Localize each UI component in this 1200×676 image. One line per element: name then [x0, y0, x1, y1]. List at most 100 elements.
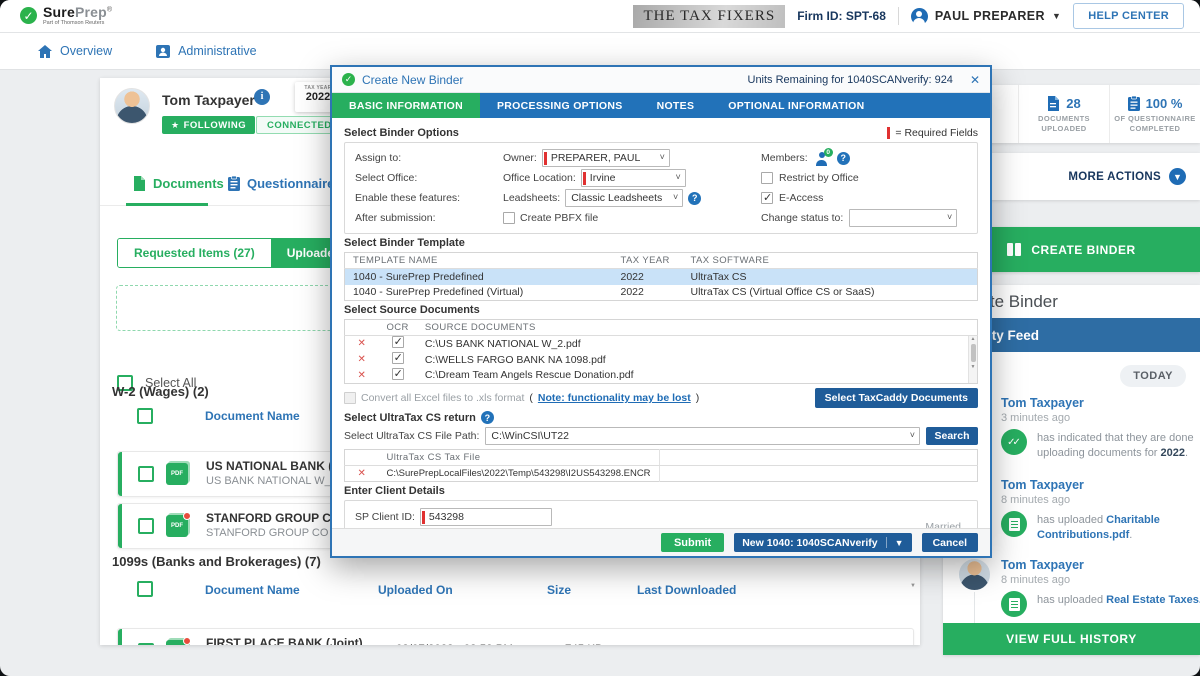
tab-notes[interactable]: NOTES [640, 93, 712, 118]
row-checkbox[interactable] [138, 466, 154, 482]
stat-documents-uploaded: 28 DOCUMENTSUPLOADED [1018, 85, 1109, 143]
tab-questionnaire[interactable]: Questionnaire [228, 176, 334, 191]
assign-to-label: Assign to: [355, 152, 503, 164]
pdf-icon: PDF [166, 463, 188, 485]
source-doc-path: C:\US BANK NATIONAL W_2.pdf [417, 336, 978, 352]
template-row-selected[interactable]: 1040 - SurePrep Predefined 2022 UltraTax… [345, 269, 978, 285]
e-access-checkbox[interactable] [761, 192, 773, 204]
sp-client-id-input[interactable]: 543298 [420, 508, 552, 526]
app-root: ✓ SurePrep® Part of Thomson Reuters THE … [0, 0, 1200, 676]
source-doc-path: C:\WELLS FARGO BANK NA 1098.pdf [417, 352, 978, 368]
nav-administrative[interactable]: Administrative [156, 44, 257, 58]
convert-xls-checkbox[interactable] [344, 392, 356, 404]
list-scrollbar[interactable]: ▼ [910, 583, 916, 589]
following-badge[interactable]: ★FOLLOWING [162, 116, 255, 134]
nav-overview-label: Overview [60, 44, 112, 58]
info-icon[interactable]: i [254, 89, 270, 105]
b1099-header-checkbox[interactable] [137, 581, 153, 597]
search-button[interactable]: Search [926, 427, 978, 445]
delete-x-icon[interactable]: ✕ [345, 466, 379, 482]
active-tab-indicator [126, 203, 208, 206]
office-location-select[interactable]: Irvine [581, 169, 686, 187]
stat-label: OF QUESTIONNAIRE [1114, 114, 1195, 123]
leadsheets-label: Leadsheets: [503, 192, 560, 204]
help-icon[interactable]: ? [481, 411, 494, 424]
edit-pencil-icon[interactable]: ✎ [370, 644, 381, 645]
flag-icon[interactable]: ⚑ [843, 644, 856, 645]
clipboard-stat-icon [1128, 96, 1140, 111]
size-value: 745 KB [565, 644, 603, 645]
more-actions-chevron-icon[interactable]: ▼ [1169, 168, 1186, 185]
cancel-button[interactable]: Cancel [922, 533, 978, 552]
members-icon[interactable]: 0 [814, 151, 831, 166]
w2-header-row: Document Name [137, 408, 300, 424]
more-menu-icon[interactable]: ••• [886, 644, 903, 645]
binder-type-dropdown[interactable]: New 1040: 1040SCANverify▼ [734, 533, 911, 552]
stat-label: UPLOADED [1041, 124, 1086, 133]
owner-select[interactable]: PREPARER, PAUL [542, 149, 670, 167]
restrict-by-office-checkbox[interactable] [761, 172, 773, 184]
questionnaire-icon [228, 176, 240, 191]
source-doc-row: ✕ C:\US BANK NATIONAL W_2.pdf [345, 336, 978, 352]
doc-row-first-place[interactable]: PDF FIRST PLACE BANK (Joint) FIRST PLACE… [117, 628, 914, 645]
feed-entry-name[interactable]: Tom Taxpayer [1001, 478, 1084, 492]
feed-entry-name[interactable]: Tom Taxpayer [1001, 396, 1084, 410]
user-menu[interactable]: PAUL PREPARER ▼ [911, 8, 1061, 25]
help-icon[interactable]: ? [837, 152, 850, 165]
functionality-note-link[interactable]: Note: functionality may be lost [538, 392, 691, 404]
modal-title: Create New Binder [362, 73, 463, 87]
section-w2-title: W-2 (Wages) (2) [112, 384, 209, 399]
col-tax-file: UltraTax CS Tax File [379, 450, 660, 466]
select-taxcaddy-button[interactable]: Select TaxCaddy Documents [815, 388, 978, 408]
w2-header-checkbox[interactable] [137, 408, 153, 424]
pdf-icon: PDF [166, 515, 188, 537]
change-status-select[interactable] [849, 209, 957, 227]
file-path-combobox[interactable]: C:\WinCSI\UT22 [485, 427, 920, 445]
brand-light: Prep [75, 4, 107, 20]
tab-optional-information[interactable]: OPTIONAL INFORMATION [711, 93, 881, 118]
brand-tagline: Part of Thomson Reuters [43, 21, 112, 27]
unread-dot [183, 637, 191, 645]
after-submission-label: After submission: [355, 212, 503, 224]
template-row[interactable]: 1040 - SurePrep Predefined (Virtual) 202… [345, 285, 978, 301]
file-path-label: Select UltraTax CS File Path: [344, 430, 479, 442]
double-check-icon: ✓✓ [1001, 429, 1027, 455]
delete-x-icon[interactable]: ✕ [345, 368, 379, 384]
row-status-bar [118, 452, 122, 496]
chevron-down-icon: ▼ [895, 538, 904, 548]
row-checkbox[interactable] [138, 518, 154, 534]
source-documents-table: OCR SOURCE DOCUMENTS ✕ C:\US BANK NATION… [344, 319, 978, 384]
tab-basic-information[interactable]: BASIC INFORMATION [332, 93, 480, 118]
unread-dot [183, 512, 191, 520]
firm-name-badge: THE TAX FIXERS [633, 5, 785, 28]
ocr-checkbox[interactable] [392, 352, 404, 364]
leadsheets-select[interactable]: Classic Leadsheets [565, 189, 683, 207]
source-docs-scrollbar[interactable]: ▲▼ [968, 336, 977, 383]
feed-entry-time: 3 minutes ago [1001, 412, 1070, 424]
binder-options-title: Select Binder Options [344, 127, 459, 139]
b1099-header-name: Document Name [205, 583, 300, 597]
delete-x-icon[interactable]: ✕ [345, 336, 379, 352]
questionnaire-pct: 100 % [1146, 96, 1183, 111]
sp-client-id-label: SP Client ID: [355, 511, 415, 523]
row-checkbox[interactable] [138, 643, 154, 645]
nav-overview[interactable]: Overview [38, 44, 112, 58]
tab-processing-options[interactable]: PROCESSING OPTIONS [480, 93, 640, 118]
close-icon[interactable]: ✕ [970, 73, 980, 87]
ocr-checkbox[interactable] [392, 336, 404, 348]
ocr-checkbox[interactable] [392, 368, 404, 380]
create-pbfx-checkbox[interactable] [503, 212, 515, 224]
documents-count: 28 [1066, 96, 1080, 111]
help-center-button[interactable]: HELP CENTER [1073, 3, 1184, 29]
tab-documents-label: Documents [153, 176, 224, 191]
view-full-history-button[interactable]: VIEW FULL HISTORY [943, 623, 1200, 655]
tab-documents[interactable]: Documents [133, 176, 224, 191]
help-icon[interactable]: ? [688, 192, 701, 205]
submit-button[interactable]: Submit [661, 533, 724, 552]
subtab-requested-items[interactable]: Requested Items (27) [118, 239, 271, 267]
members-label: Members: [761, 152, 808, 164]
admin-person-icon [156, 45, 170, 58]
delete-x-icon[interactable]: ✕ [345, 352, 379, 368]
feed-entry-name[interactable]: Tom Taxpayer [1001, 558, 1084, 572]
binder-template-title: Select Binder Template [344, 237, 465, 249]
